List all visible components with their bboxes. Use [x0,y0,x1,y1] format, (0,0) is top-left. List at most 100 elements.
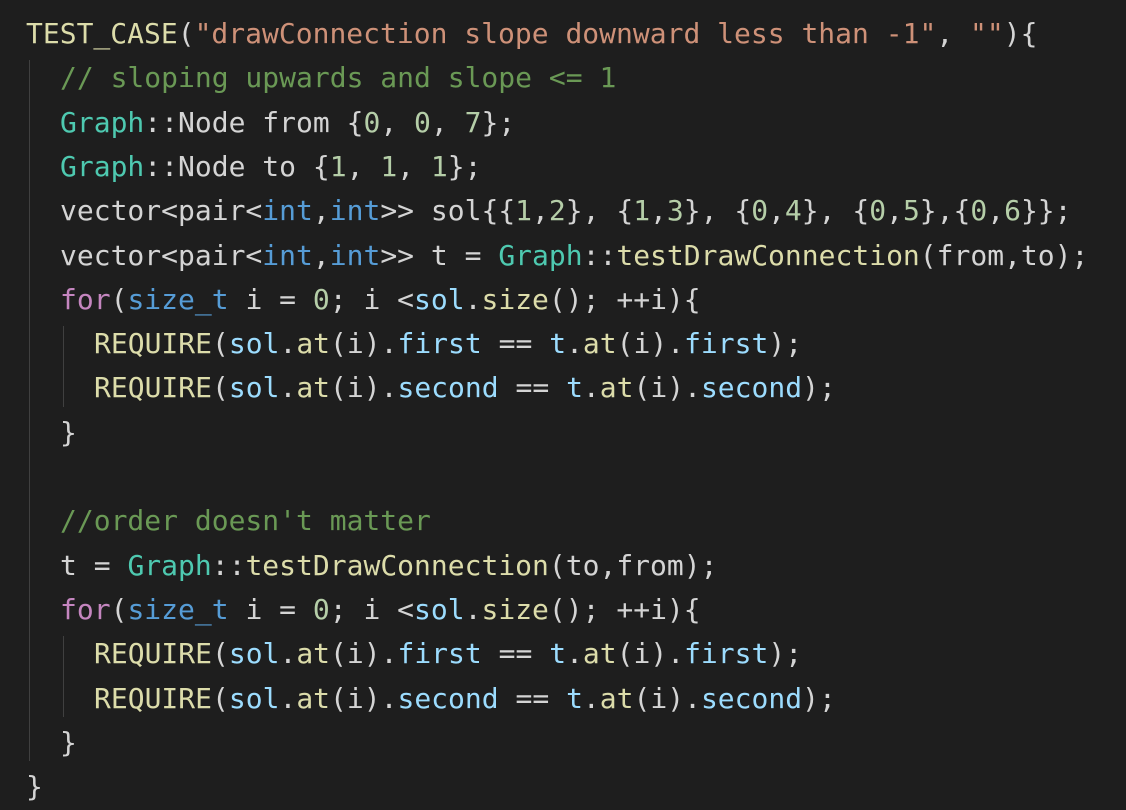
code-token: . [566,637,583,671]
code-token: (i). [330,681,398,715]
code-token: i = [228,282,313,316]
code-token: size_t [127,282,229,316]
code-token: 0 [363,105,381,139]
code-token: at [296,371,331,405]
code-line[interactable]: t = Graph::testDrawConnection(to,from); [60,544,717,588]
code-token: second [397,681,499,715]
code-editor[interactable]: TEST_CASE("drawConnection slope downward… [0,0,1126,810]
code-token: sol [414,282,465,316]
code-token: testDrawConnection [245,548,549,582]
code-token: 4 [784,194,802,228]
code-line[interactable]: for(size_t i = 0; i <sol.size(); ++i){ [60,278,701,322]
code-line[interactable]: } [26,765,43,809]
code-token: (i). [633,681,701,715]
code-line[interactable]: } [60,721,77,765]
code-token: 1 [430,149,448,183]
code-token: 1 [329,149,347,183]
code-token: testDrawConnection [616,238,920,272]
code-token: . [582,681,600,715]
code-token: == [481,327,550,361]
code-line[interactable]: Graph::Node from {0, 0, 7}; [60,101,515,145]
code-token: first [684,327,769,361]
code-token: }}; [1020,194,1072,228]
code-line[interactable]: Graph::Node to {1, 1, 1}; [60,145,481,189]
code-token: . [464,282,482,316]
code-token: >> t = [380,238,499,272]
code-token: t [549,327,567,361]
code-line[interactable]: for(size_t i = 0; i <sol.size(); ++i){ [60,588,701,632]
code-token: (i). [330,637,398,671]
code-line[interactable]: REQUIRE(sol.at(i).first == t.at(i).first… [94,322,802,366]
code-token: }, { [801,194,870,228]
code-token: , [346,149,381,183]
code-token: :: [582,238,617,272]
code-token: , [936,17,971,50]
code-line[interactable]: //order doesn't matter [60,499,431,543]
code-token: sol [228,327,280,361]
code-token: . [464,592,482,626]
code-token: ( [177,17,195,50]
code-token: //order doesn't matter [60,504,431,538]
code-token: second [700,371,803,405]
code-token: at [582,637,617,671]
code-token: 0 [869,194,887,228]
code-token: == [498,371,567,405]
code-token: at [296,681,331,715]
code-token: first [397,327,482,361]
code-token: . [279,637,297,671]
code-token: }; [481,105,516,139]
code-token: REQUIRE [94,371,213,405]
code-token: sol [228,637,280,671]
code-line[interactable]: REQUIRE(sol.at(i).second == t.at(i).seco… [94,366,836,410]
code-token: sol [414,592,465,626]
code-token: vector<pair< [60,194,263,228]
code-token: REQUIRE [94,681,213,715]
code-token: . [566,327,583,361]
code-token: at [582,327,617,361]
code-line[interactable]: REQUIRE(sol.at(i).second == t.at(i).seco… [94,677,836,721]
code-token: size [481,592,549,626]
code-token: size_t [127,592,229,626]
code-token: ; i < [329,592,415,626]
code-token: int [262,238,313,272]
code-token: REQUIRE [94,327,213,361]
code-token: 5 [902,194,920,228]
code-token: ); [768,327,803,361]
code-line[interactable]: vector<pair<int,int>> t = Graph::testDra… [60,234,1088,278]
code-token: 6 [1004,194,1021,228]
code-token: 0 [751,194,769,228]
code-line[interactable]: TEST_CASE("drawConnection slope downward… [26,12,1037,56]
code-token: >> sol{{ [380,194,516,228]
code-token: 2 [548,194,566,228]
code-token: } [60,415,77,449]
code-token: int [329,194,381,228]
code-token: , [886,194,903,228]
code-token: ::Node from { [144,105,364,139]
code-token: 0 [970,194,988,228]
code-line[interactable]: } [60,411,77,455]
indent-guide [29,60,30,762]
code-token: (i). [616,637,685,671]
code-token: for [60,282,111,316]
code-token: , [532,194,549,228]
code-token: t [566,371,583,405]
code-token: },{ [919,194,971,228]
code-line[interactable]: REQUIRE(sol.at(i).first == t.at(i).first… [94,632,802,676]
code-token: Graph [498,238,583,272]
code-token: 0 [414,105,431,139]
code-token: Graph [60,105,145,139]
code-token: }, { [683,194,752,228]
code-token: int [262,194,313,228]
code-token: ( [212,371,229,405]
code-token: Graph [127,548,212,582]
code-token: at [296,637,331,671]
code-line[interactable]: // sloping upwards and slope <= 1 [60,56,616,100]
code-line[interactable]: vector<pair<int,int>> sol{{1,2}, {1,3}, … [60,189,1072,233]
code-token: first [684,637,769,671]
code-token: (to,from); [548,548,718,582]
code-token: , [768,194,785,228]
code-token: t [566,681,583,715]
code-token: :: [211,548,246,582]
code-token: ( [212,681,229,715]
code-token: sol [228,371,280,405]
